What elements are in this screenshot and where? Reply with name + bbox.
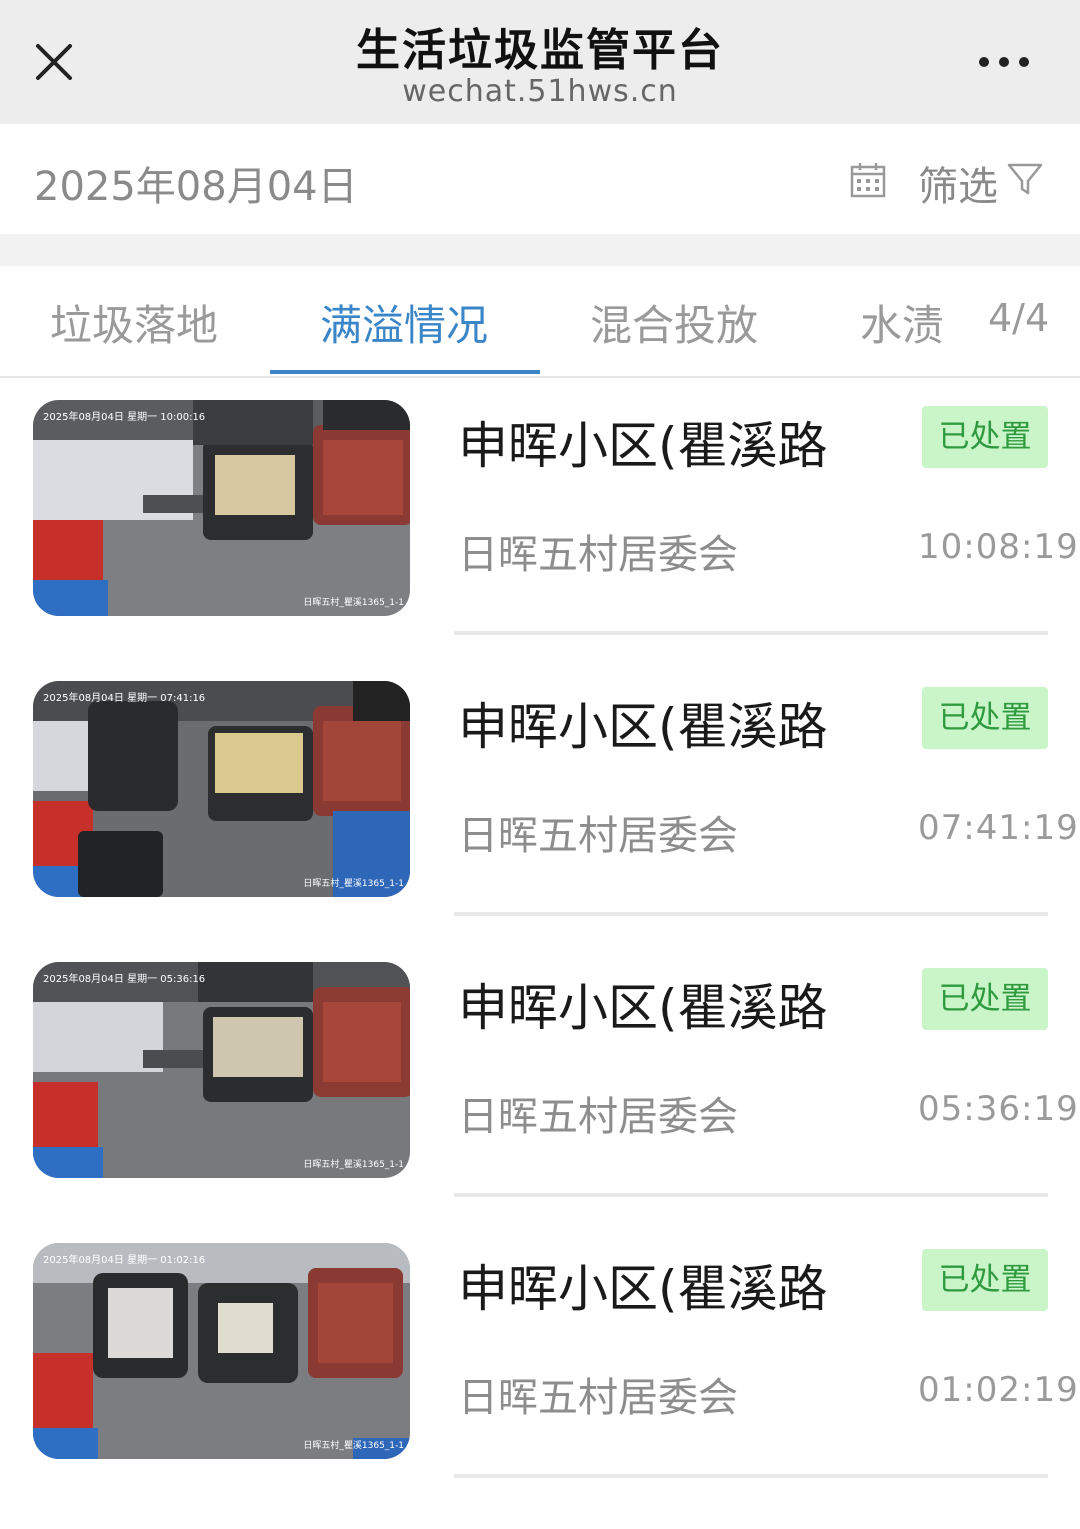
active-tab-indicator [270, 370, 540, 374]
camera-image [33, 1243, 410, 1459]
camera-timestamp: 2025年08月04日 星期一 10:00:16 [43, 412, 206, 423]
record-organization: 日晖五村居委会 [458, 813, 738, 859]
record-time: 07:41:19 [918, 808, 1079, 848]
camera-image [33, 962, 410, 1178]
camera-timestamp: 2025年08月04日 星期一 05:36:16 [43, 974, 206, 985]
tab-mixed-disposal[interactable]: 混合投放 [590, 292, 758, 353]
record-time: 01:02:19 [918, 1370, 1079, 1410]
status-badge: 已处置 [922, 406, 1048, 468]
record-time: 10:08:19 [918, 527, 1079, 567]
title-bar: 生活垃圾监管平台 wechat.51hws.cn [0, 0, 1080, 124]
status-badge: 已处置 [922, 968, 1048, 1030]
camera-snapshot[interactable]: 2025年08月04日 星期一 05:36:16 日晖五村_瞿溪1365_1-1 [33, 962, 410, 1178]
record-organization: 日晖五村居委会 [458, 1094, 738, 1140]
category-tabs: 垃圾落地 满溢情况 混合投放 水渍 4/4 [0, 266, 1080, 378]
status-badge: 已处置 [922, 687, 1048, 749]
divider [454, 631, 1048, 635]
camera-image [33, 400, 410, 616]
filter-button[interactable]: 筛选 [918, 154, 998, 212]
divider [454, 912, 1048, 916]
more-horizontal-icon[interactable] [976, 52, 1032, 72]
record-organization: 日晖五村居委会 [458, 1375, 738, 1421]
list-item[interactable]: 2025年08月04日 星期一 05:36:16 日晖五村_瞿溪1365_1-1… [0, 938, 1080, 1219]
camera-location: 日晖五村_瞿溪1365_1-1 [303, 1441, 404, 1451]
tab-water-stain[interactable]: 水渍 [860, 292, 944, 353]
record-time: 05:36:19 [918, 1089, 1079, 1129]
camera-timestamp: 2025年08月04日 星期一 01:02:16 [43, 1255, 206, 1266]
camera-location: 日晖五村_瞿溪1365_1-1 [303, 598, 404, 608]
list-item[interactable]: 2025年08月04日 星期一 07:41:16 日晖五村_瞿溪1365_1-1… [0, 657, 1080, 938]
calendar-icon[interactable] [850, 162, 886, 198]
tab-overflow[interactable]: 满溢情况 [320, 292, 488, 353]
record-title: 申晖小区(瞿溪路 [458, 417, 828, 475]
divider [454, 1474, 1048, 1478]
record-title: 申晖小区(瞿溪路 [458, 1260, 828, 1318]
camera-snapshot[interactable]: 2025年08月04日 星期一 07:41:16 日晖五村_瞿溪1365_1-1 [33, 681, 410, 897]
date-selector[interactable]: 2025年08月04日 [34, 154, 358, 212]
divider [454, 1193, 1048, 1197]
camera-snapshot[interactable]: 2025年08月04日 星期一 01:02:16 日晖五村_瞿溪1365_1-1 [33, 1243, 410, 1459]
camera-location: 日晖五村_瞿溪1365_1-1 [303, 1160, 404, 1170]
list-item[interactable]: 2025年08月04日 星期一 01:02:16 日晖五村_瞿溪1365_1-1… [0, 1219, 1080, 1500]
camera-image [33, 681, 410, 897]
record-title: 申晖小区(瞿溪路 [458, 979, 828, 1037]
tab-counter: 4/4 [958, 266, 1080, 374]
page-title: 生活垃圾监管平台 [356, 25, 724, 76]
page-url: wechat.51hws.cn [402, 74, 678, 109]
tab-garbage-on-ground[interactable]: 垃圾落地 [50, 292, 218, 353]
section-gap [0, 234, 1080, 266]
camera-snapshot[interactable]: 2025年08月04日 星期一 10:00:16 日晖五村_瞿溪1365_1-1 [33, 400, 410, 616]
date-filter-bar: 2025年08月04日 筛选 [0, 124, 1080, 234]
record-organization: 日晖五村居委会 [458, 532, 738, 578]
record-title: 申晖小区(瞿溪路 [458, 698, 828, 756]
camera-location: 日晖五村_瞿溪1365_1-1 [303, 879, 404, 889]
funnel-icon[interactable] [1006, 160, 1044, 198]
tab-counter-text: 4/4 [988, 296, 1050, 340]
status-badge: 已处置 [922, 1249, 1048, 1311]
camera-timestamp: 2025年08月04日 星期一 07:41:16 [43, 693, 206, 704]
list-item[interactable]: 2025年08月04日 星期一 10:00:16 日晖五村_瞿溪1365_1-1… [0, 376, 1080, 657]
